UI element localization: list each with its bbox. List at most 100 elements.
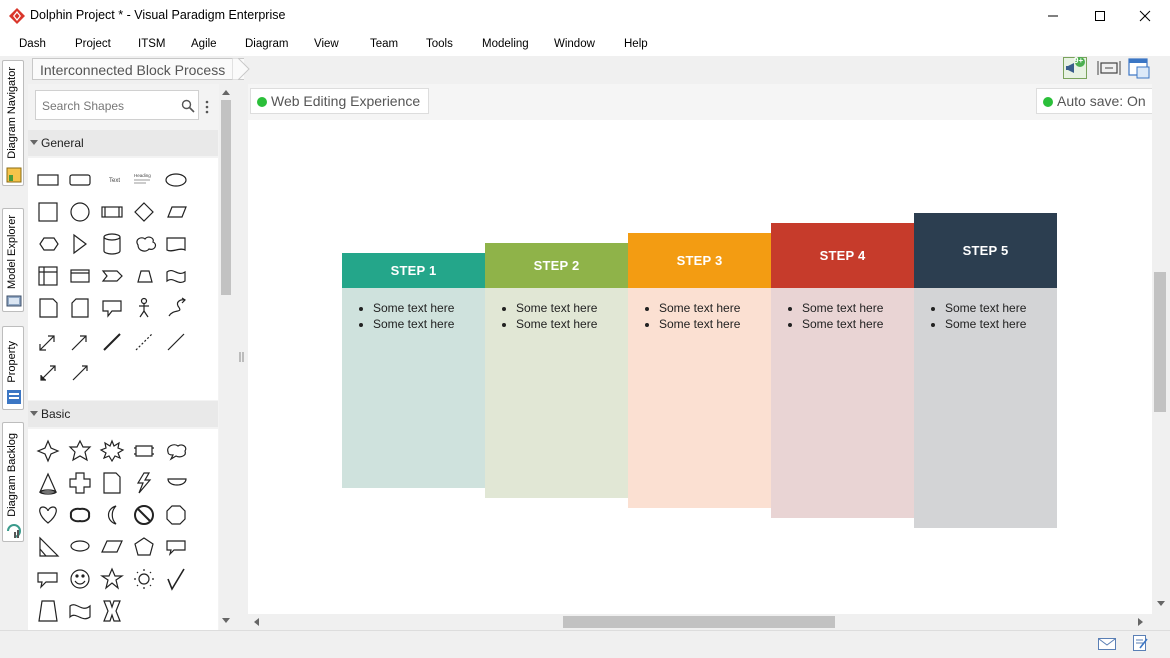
tab-label: Diagram Navigator — [6, 67, 18, 159]
step-2-header[interactable]: STEP 2 — [485, 243, 628, 288]
tab-model-explorer[interactable]: Model Explorer — [2, 208, 24, 312]
step-3-header[interactable]: STEP 3 — [628, 233, 771, 288]
shape-document — [166, 237, 186, 252]
panel-menu-icon[interactable] — [204, 99, 210, 115]
shape-ribbon — [69, 604, 91, 620]
shape-folded-page — [103, 472, 121, 494]
shape-cone — [39, 472, 57, 493]
search-shapes-input[interactable]: Search Shapes — [35, 90, 199, 120]
app-logo-icon — [9, 8, 25, 24]
mail-icon[interactable] — [1098, 637, 1116, 651]
list-item: Some text here — [516, 300, 597, 316]
menu-itsm[interactable]: ITSM — [138, 38, 165, 50]
shape-thick-line — [103, 333, 121, 351]
scroll-right-icon[interactable] — [1138, 618, 1144, 626]
notification-badge: 9+ — [1074, 56, 1084, 65]
step-4-header[interactable]: STEP 4 — [771, 223, 914, 288]
canvas-horizontal-scroll-thumb[interactable] — [563, 616, 835, 628]
fit-diagram-button[interactable] — [1097, 57, 1121, 79]
menu-project[interactable]: Project — [75, 38, 111, 50]
shape-arrow-line — [72, 365, 88, 381]
window-title: Dolphin Project * - Visual Paradigm Ente… — [30, 8, 286, 22]
shape-parallelogram — [167, 206, 187, 218]
collapse-triangle-icon — [30, 411, 38, 416]
shape-oval-thick — [69, 507, 91, 523]
shape-chevron — [101, 270, 123, 282]
fit-to-window-icon — [1097, 61, 1121, 75]
breadcrumb-arrow-icon — [232, 58, 250, 80]
menu-modeling[interactable]: Modeling — [482, 38, 529, 50]
menu-window[interactable]: Window — [554, 38, 595, 50]
shape-rectangle — [37, 174, 59, 186]
step-1-bullets: Some text here Some text here — [357, 300, 454, 332]
shape-lightning — [136, 472, 152, 494]
diagram-backlog-icon — [7, 524, 21, 538]
tab-diagram-backlog[interactable]: Diagram Backlog — [2, 422, 24, 542]
scroll-left-icon[interactable] — [253, 618, 259, 626]
layout-button[interactable] — [1127, 57, 1151, 79]
menu-view[interactable]: View — [314, 38, 339, 50]
shapes-panel-scroll-thumb[interactable] — [221, 100, 231, 295]
minimize-button[interactable] — [1030, 0, 1076, 32]
shape-cylinder — [103, 233, 121, 255]
menu-dash[interactable]: Dash — [19, 38, 46, 50]
section-general-header[interactable]: General — [28, 130, 218, 156]
step-5-header[interactable]: STEP 5 — [914, 213, 1057, 288]
step-1-header[interactable]: STEP 1 — [342, 253, 485, 288]
step-2-bullets: Some text here Some text here — [500, 300, 597, 332]
shape-square — [38, 202, 58, 222]
step-title: STEP 1 — [390, 263, 437, 278]
scroll-up-icon[interactable] — [222, 89, 230, 95]
list-item: Some text here — [516, 316, 597, 332]
list-item: Some text here — [802, 300, 883, 316]
scroll-down-icon[interactable] — [1157, 601, 1165, 607]
menu-tools[interactable]: Tools — [426, 38, 453, 50]
menu-agile[interactable]: Agile — [191, 38, 217, 50]
step-4-bullets: Some text here Some text here — [786, 300, 883, 332]
canvas-vertical-scroll-thumb[interactable] — [1154, 272, 1166, 412]
menu-team[interactable]: Team — [370, 38, 398, 50]
shape-moon — [107, 505, 117, 525]
shape-star-5 — [68, 439, 92, 462]
tab-diagram-navigator[interactable]: Diagram Navigator — [2, 60, 24, 186]
step-title: STEP 3 — [676, 253, 723, 268]
shape-x-shape — [103, 600, 121, 622]
shape-star — [100, 567, 124, 590]
shape-dashed-line — [135, 333, 153, 351]
maximize-icon — [1095, 11, 1105, 21]
shape-rounded-rectangle — [69, 174, 91, 186]
basic-shapes — [36, 439, 187, 622]
autosave-label: Auto save: On — [1057, 93, 1146, 109]
autosave-badge[interactable]: Auto save: On — [1036, 88, 1155, 114]
menu-help[interactable]: Help — [624, 38, 648, 50]
shape-pentagon — [134, 537, 154, 556]
breadcrumb[interactable]: Interconnected Block Process — [32, 58, 244, 80]
shape-trapezoid — [137, 270, 153, 283]
shape-burst — [99, 439, 125, 463]
section-basic-header[interactable]: Basic — [28, 401, 218, 427]
scroll-down-icon[interactable] — [222, 618, 230, 624]
shape-text: Text — [109, 178, 120, 184]
list-item: Some text here — [373, 300, 454, 316]
maximize-button[interactable] — [1077, 0, 1123, 32]
search-icon[interactable] — [181, 99, 195, 113]
status-dot — [1043, 97, 1053, 107]
menu-diagram[interactable]: Diagram — [245, 38, 288, 50]
shape-triangle — [73, 233, 87, 255]
basic-shapes-grid — [28, 429, 218, 630]
window-layout-icon — [1128, 58, 1150, 79]
shape-banner — [134, 445, 154, 457]
web-editing-badge[interactable]: Web Editing Experience — [250, 88, 430, 114]
shape-callout — [102, 300, 122, 318]
notes-icon[interactable] — [1132, 634, 1148, 652]
shape-double-arrow — [39, 335, 55, 351]
tab-property[interactable]: Property — [2, 326, 24, 410]
collapse-triangle-icon — [30, 140, 38, 145]
step-3-bullets: Some text here Some text here — [643, 300, 740, 332]
notification-button[interactable]: 9+ — [1063, 56, 1087, 79]
close-button[interactable] — [1122, 0, 1168, 32]
shape-ellipse — [165, 173, 187, 187]
shape-circle — [70, 202, 90, 222]
step-title: STEP 2 — [533, 258, 580, 273]
divider-grip-icon — [239, 352, 244, 362]
